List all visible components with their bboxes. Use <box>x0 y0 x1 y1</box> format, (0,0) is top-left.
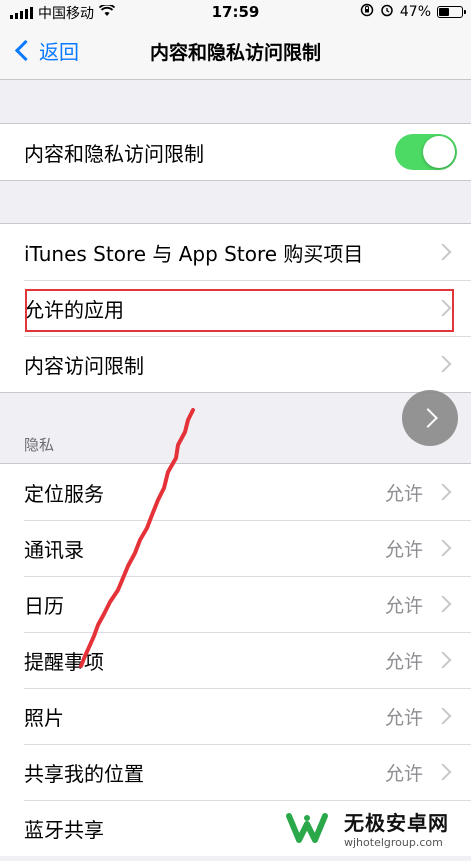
watermark-logo-icon <box>278 806 336 850</box>
watermark-url: wjhotelgroup.com <box>344 836 443 849</box>
watermark: 无极安卓网 wjhotelgroup.com <box>278 806 449 850</box>
annotation-stroke <box>79 408 195 668</box>
watermark-title: 无极安卓网 <box>344 811 449 835</box>
